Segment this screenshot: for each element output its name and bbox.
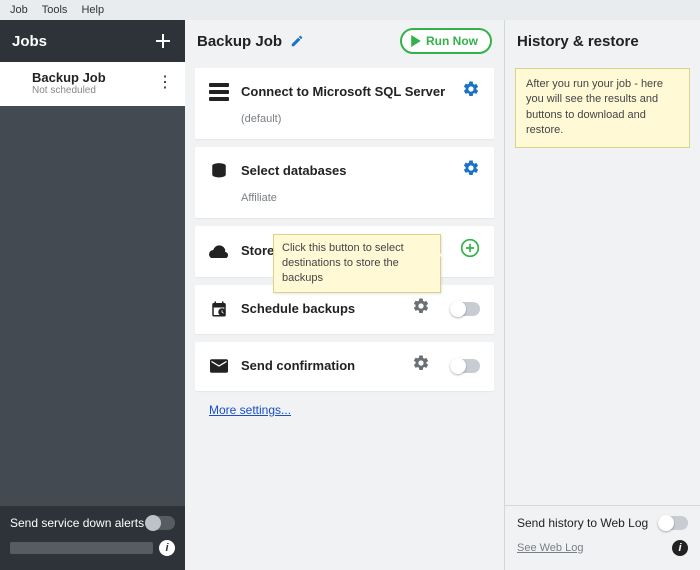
footer-progress (10, 542, 153, 554)
send-history-toggle[interactable] (658, 516, 688, 530)
menu-job[interactable]: Job (4, 2, 34, 18)
history-title: History & restore (517, 33, 639, 50)
history-info-box: After you run your job - here you will s… (515, 68, 690, 148)
info-icon[interactable]: i (672, 540, 688, 556)
step-store[interactable]: Store ba Click this button to select des… (195, 226, 494, 277)
history-panel: History & restore After you run your job… (505, 20, 700, 570)
send-history-label: Send history to Web Log (517, 516, 648, 530)
database-icon (209, 162, 229, 180)
job-list-item[interactable]: Backup Job Not scheduled ⋮ (0, 62, 185, 106)
job-detail-panel: Backup Job Run Now Connect to Microsoft … (185, 20, 505, 570)
job-more-icon[interactable]: ⋮ (157, 72, 173, 92)
right-footer: Send history to Web Log See Web Log i (505, 505, 700, 570)
menu-help[interactable]: Help (75, 2, 110, 18)
gear-icon[interactable] (412, 354, 430, 377)
alerts-toggle[interactable] (145, 516, 175, 530)
step-connect-label: Connect to Microsoft SQL Server (241, 84, 450, 99)
add-destination-icon[interactable] (460, 238, 480, 263)
mail-icon (209, 359, 229, 373)
menu-tools[interactable]: Tools (36, 2, 74, 18)
job-detail-title: Backup Job (197, 33, 282, 50)
job-status: Not scheduled (32, 85, 173, 96)
jobs-panel: Jobs Backup Job Not scheduled ⋮ Send ser… (0, 20, 185, 570)
step-confirm[interactable]: Send confirmation (195, 342, 494, 391)
jobs-title: Jobs (12, 33, 47, 50)
alerts-label: Send service down alerts (10, 516, 144, 530)
step-confirm-label: Send confirmation (241, 358, 400, 373)
step-select[interactable]: Select databases Affiliate (195, 147, 494, 218)
jobs-empty-area (0, 106, 185, 506)
edit-job-icon[interactable] (290, 34, 304, 48)
gear-icon[interactable] (462, 159, 480, 182)
step-schedule-label: Schedule backups (241, 301, 400, 316)
confirm-toggle[interactable] (450, 359, 480, 373)
step-connect-sub: (default) (241, 113, 480, 125)
gear-icon[interactable] (462, 80, 480, 103)
step-select-sub: Affiliate (241, 192, 480, 204)
cloud-icon (209, 244, 229, 258)
add-job-icon[interactable] (153, 31, 173, 51)
schedule-toggle[interactable] (450, 302, 480, 316)
job-name: Backup Job (32, 70, 173, 85)
store-tooltip: Click this button to select destinations… (273, 234, 441, 293)
left-footer: Send service down alerts i (0, 506, 185, 570)
run-now-button[interactable]: Run Now (400, 28, 492, 54)
calendar-icon (209, 300, 229, 318)
step-connect[interactable]: Connect to Microsoft SQL Server (default… (195, 68, 494, 139)
step-select-label: Select databases (241, 163, 450, 178)
gear-icon[interactable] (412, 297, 430, 320)
info-icon[interactable]: i (159, 540, 175, 556)
server-icon (209, 83, 229, 101)
see-web-log-link[interactable]: See Web Log (517, 542, 583, 554)
more-settings-link[interactable]: More settings... (195, 399, 494, 421)
menubar: Job Tools Help (0, 0, 700, 20)
